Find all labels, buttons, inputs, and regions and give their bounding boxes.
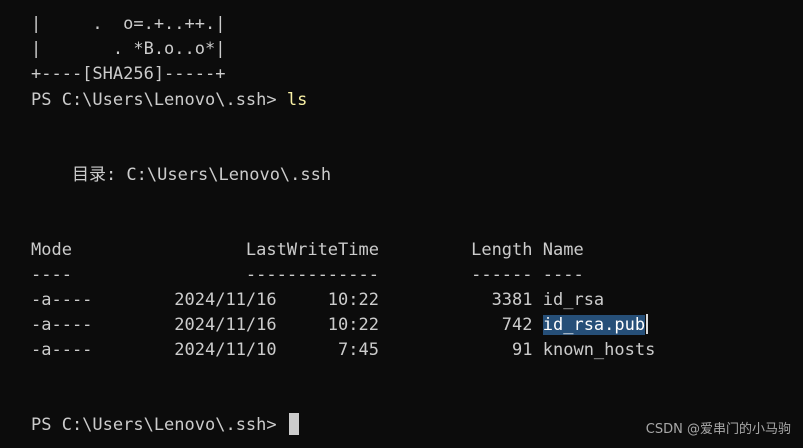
table-row: -a---- 2024/11/16 10:22 3381 id_rsa — [31, 288, 604, 313]
key-randomart-line-2: | . *B.o..o*| — [31, 39, 226, 59]
prompt-text: PS C:\Users\Lenovo\.ssh> — [31, 90, 287, 110]
terminal-window[interactable]: | . o=.+..++.| | . *B.o..o*| +----[SHA25… — [0, 0, 803, 448]
file-name[interactable]: id_rsa — [543, 290, 604, 310]
key-randomart-footer: +----[SHA256]-----+ — [31, 64, 226, 84]
table-row: -a---- 2024/11/10 7:45 91 known_hosts — [31, 338, 655, 363]
table-row: -a---- 2024/11/16 10:22 742 id_rsa.pub — [31, 313, 649, 338]
row-details: -a---- 2024/11/16 10:22 742 — [31, 315, 543, 335]
listing-separator: ---- ------------- ------ ---- — [31, 265, 584, 285]
selected-file-name[interactable]: id_rsa.pub — [542, 315, 646, 335]
block-cursor — [288, 413, 299, 435]
text-select-caret — [646, 314, 649, 334]
prompt-line-2[interactable]: PS C:\Users\Lenovo\.ssh> — [31, 413, 299, 438]
prompt-text: PS C:\Users\Lenovo\.ssh> — [31, 415, 287, 435]
row-details: -a---- 2024/11/16 10:22 3381 — [31, 290, 543, 310]
row-details: -a---- 2024/11/10 7:45 91 — [31, 340, 543, 360]
directory-label: 目录: C:\Users\Lenovo\.ssh — [31, 165, 332, 185]
listing-header: Mode LastWriteTime Length Name — [31, 240, 584, 260]
prompt-line-1: PS C:\Users\Lenovo\.ssh> ls — [31, 88, 307, 113]
ls-command: ls — [286, 90, 308, 110]
key-randomart-line-1: | . o=.+..++.| — [31, 14, 226, 34]
watermark: CSDN @爱串门的小马驹 — [645, 422, 791, 437]
file-name[interactable]: known_hosts — [543, 340, 656, 360]
